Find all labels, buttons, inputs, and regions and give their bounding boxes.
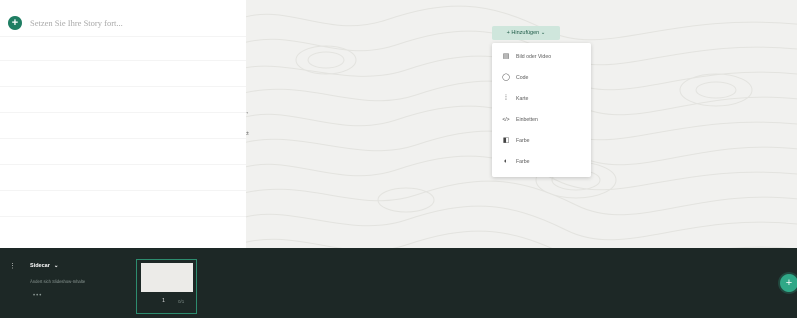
menu-item-fill[interactable]: ◧ Farbe <box>502 135 585 147</box>
slide-title: Sidecar <box>30 263 50 269</box>
slide-thumbnail-image <box>141 263 193 292</box>
menu-item-label: Farbe <box>516 138 530 144</box>
slide-type-selector[interactable]: Sidecar ⌄ <box>30 263 58 269</box>
add-block-button[interactable]: + <box>8 16 22 30</box>
image-icon: ▤ <box>502 53 510 60</box>
slide-counter: 0/1 <box>178 299 185 304</box>
menu-item-map[interactable]: ⁞ Karte <box>502 93 585 105</box>
swap-icon[interactable]: ⇄ <box>246 130 251 140</box>
drag-handle-icon[interactable]: ⋮ <box>9 263 16 271</box>
chevron-down-icon: ⌄ <box>53 263 59 269</box>
fill-icon: ◧ <box>502 137 510 144</box>
divider <box>0 86 246 87</box>
menu-item-label: Farbe <box>516 159 530 165</box>
title-row: + <box>8 14 230 32</box>
menu-item-embed[interactable]: </> Einbetten <box>502 114 585 126</box>
editor-panel: + <box>0 0 247 248</box>
add-content-label: + Hinzufügen ⌄ <box>506 30 546 36</box>
map-pin-icon: ⁞ <box>505 95 507 102</box>
menu-item-color[interactable]: ◐ Farbe <box>502 156 585 168</box>
arrow-right-icon[interactable]: → <box>246 108 251 118</box>
menu-item-label: Code <box>516 75 529 81</box>
more-options-icon[interactable]: ••• <box>33 293 42 299</box>
divider <box>0 216 246 217</box>
code-icon: ◯ <box>502 74 510 81</box>
menu-item-label: Einbetten <box>516 117 538 123</box>
add-slide-button[interactable]: + <box>780 274 797 292</box>
menu-item-label: Bild oder Video <box>516 54 552 60</box>
embed-icon: </> <box>502 117 510 123</box>
divider <box>0 36 246 37</box>
divider <box>0 112 246 113</box>
divider <box>0 164 246 165</box>
divider <box>0 138 246 139</box>
divider <box>0 60 246 61</box>
menu-item-image-video[interactable]: ▤ Bild oder Video <box>502 51 585 63</box>
slide-strip: ⋮ Sidecar ⌄ Ändert sich Slideshow-Inhalt… <box>0 248 797 318</box>
menu-item-label: Karte <box>516 96 529 102</box>
add-content-button[interactable]: + Hinzufügen ⌄ <box>492 26 560 40</box>
slide-hint: Ändert sich Slideshow-Inhalte <box>30 279 86 284</box>
add-content-menu: ▤ Bild oder Video ◯ Code ⁞ Karte </> Ein… <box>492 43 591 177</box>
color-icon: ◐ <box>503 158 509 165</box>
slide-number: 1 <box>162 298 166 304</box>
story-title-input[interactable] <box>30 18 230 28</box>
divider <box>0 190 246 191</box>
menu-item-code[interactable]: ◯ Code <box>502 72 585 84</box>
